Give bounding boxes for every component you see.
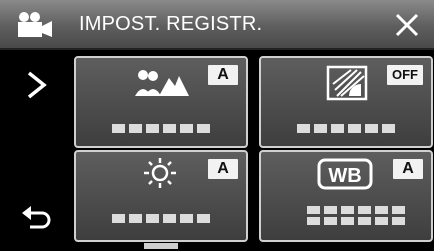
page-title: IMPOST. REGISTR. — [79, 13, 263, 35]
value-placeholder — [307, 206, 405, 225]
scroll-indicator[interactable] — [144, 243, 178, 249]
scene-select-tile[interactable]: A — [74, 56, 248, 148]
brightness-tile[interactable]: A — [74, 150, 248, 242]
brightness-icon — [144, 158, 176, 188]
mode-badge: A — [208, 159, 238, 179]
white-balance-icon: WB — [317, 158, 373, 190]
value-placeholder — [261, 124, 431, 133]
backlight-compensation-tile[interactable]: OFF — [259, 56, 433, 148]
scene-select-icon — [135, 70, 189, 96]
chevron-right-icon[interactable] — [24, 70, 50, 100]
mode-badge: OFF — [387, 65, 423, 85]
mode-badge: A — [393, 159, 423, 179]
value-placeholder — [76, 124, 246, 133]
svg-text:WB: WB — [328, 165, 361, 187]
value-placeholder — [76, 214, 246, 223]
return-arrow-icon[interactable] — [20, 201, 52, 229]
backlight-compensation-icon — [326, 65, 368, 101]
header-bar: IMPOST. REGISTR. — [0, 0, 434, 50]
white-balance-tile[interactable]: WB A — [259, 150, 433, 242]
mode-badge: A — [208, 65, 238, 85]
video-camera-icon — [18, 12, 52, 37]
close-icon[interactable] — [394, 12, 420, 38]
